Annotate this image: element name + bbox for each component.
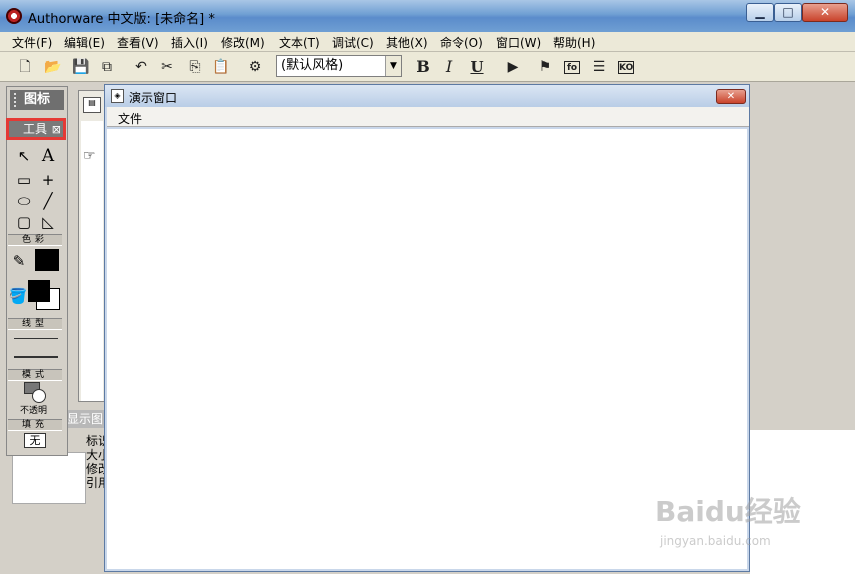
properties-title: 显示图 — [64, 410, 108, 428]
line-style-thin[interactable] — [14, 338, 58, 339]
menu-debug[interactable]: 调试(C) — [332, 34, 374, 51]
import-icon[interactable]: ⧉ — [96, 56, 118, 78]
run-icon[interactable]: ▶ — [502, 56, 524, 78]
undo-icon[interactable]: ↶ — [130, 56, 152, 78]
minimize-button[interactable]: ▁ — [746, 3, 774, 22]
copy-icon[interactable]: ⎘ — [184, 56, 206, 78]
pen-color-icon[interactable]: ✎ — [9, 252, 29, 270]
knowledge-objects-button[interactable]: KO — [618, 61, 634, 74]
ellipse-tool-icon[interactable]: ⬭ — [14, 192, 34, 210]
variables-icon[interactable]: ☰ — [588, 56, 610, 78]
close-button[interactable]: ✕ — [802, 3, 848, 22]
new-file-icon[interactable]: 🗋 — [14, 56, 36, 78]
line-tool-icon[interactable]: ╱ — [38, 192, 58, 210]
authorware-app-icon — [6, 8, 22, 24]
color-section-label: 色彩 — [8, 234, 62, 246]
menu-command[interactable]: 命令(O) — [440, 34, 483, 51]
control-panel-icon[interactable]: ⚑ — [534, 56, 556, 78]
foreground-color-swatch[interactable] — [28, 280, 50, 302]
mode-section-label: 模式 — [8, 369, 62, 381]
rounded-rectangle-tool-icon[interactable]: ▢ — [14, 213, 34, 231]
presentation-menu-bar: 文件 — [107, 107, 749, 127]
presentation-window-icon: ◈ — [111, 89, 124, 103]
baidu-watermark-url: jingyan.baidu.com — [660, 534, 771, 548]
baidu-watermark: Baidu经验 — [655, 495, 801, 528]
pointer-tool-icon[interactable]: ↖ — [14, 147, 34, 165]
presentation-close-button[interactable]: ✕ — [716, 89, 746, 104]
close-icon[interactable]: ⊠ — [52, 122, 61, 138]
line-color-swatch[interactable] — [35, 249, 59, 271]
cut-icon[interactable]: ✂ — [156, 56, 178, 78]
line-style-medium[interactable] — [14, 356, 58, 358]
menu-modify[interactable]: 修改(M) — [221, 34, 265, 51]
fill-none-button[interactable]: 无 — [24, 433, 46, 448]
bold-button[interactable]: B — [412, 56, 434, 78]
open-file-icon[interactable]: 📂 — [42, 56, 64, 78]
tools-panel-title[interactable]: 工具 ⊠ — [6, 118, 66, 140]
menu-insert[interactable]: 插入(I) — [171, 34, 208, 51]
underline-button[interactable]: U — [466, 56, 488, 78]
menu-other[interactable]: 其他(X) — [386, 34, 428, 51]
functions-button[interactable]: fo — [564, 61, 580, 74]
maximize-button[interactable]: □ — [774, 3, 802, 22]
text-style-value: (默认风格) — [281, 58, 344, 73]
chevron-down-icon[interactable]: ▼ — [385, 56, 401, 76]
text-tool-icon[interactable]: A — [38, 147, 58, 165]
menu-window[interactable]: 窗口(W) — [496, 34, 541, 51]
design-window[interactable]: ▤ — [78, 90, 106, 402]
menu-bar: 文件(F) 编辑(E) 查看(V) 插入(I) 修改(M) 文本(T) 调试(C… — [0, 32, 855, 52]
fill-bucket-icon[interactable]: 🪣 — [8, 287, 28, 305]
save-all-icon[interactable]: 💾 — [70, 56, 92, 78]
presentation-window: ◈ 演示窗口 ✕ 文件 — [104, 84, 750, 572]
menu-view[interactable]: 查看(V) — [117, 34, 159, 51]
paste-icon[interactable]: 📋 — [210, 56, 232, 78]
paste-hand-icon: ☞ — [83, 148, 96, 164]
properties-preview-box — [12, 452, 86, 504]
presentation-title: 演示窗口 — [129, 91, 178, 105]
mode-value: 不透明 — [20, 406, 48, 416]
window-title: Authorware 中文版: [未命名] * — [28, 12, 215, 27]
menu-help[interactable]: 帮助(H) — [553, 34, 595, 51]
title-bar: Authorware 中文版: [未命名] * ▁ □ ✕ — [0, 0, 855, 32]
menu-file[interactable]: 文件(F) — [12, 34, 52, 51]
italic-button[interactable]: I — [438, 56, 460, 78]
display-icon[interactable]: ▤ — [83, 97, 101, 113]
menu-edit[interactable]: 编辑(E) — [64, 34, 105, 51]
toolbar: 🗋 📂 💾 ⧉ ↶ ✂ ⎘ 📋 ⚙ B I U ▶ ⚑ fo ☰ KO — [0, 52, 855, 82]
presentation-title-bar[interactable]: ◈ 演示窗口 ✕ — [105, 85, 749, 107]
line-section-label: 线型 — [8, 318, 62, 330]
fill-section-label: 填充 — [8, 419, 62, 431]
icon-palette-title[interactable]: 图标 — [10, 90, 64, 110]
polygon-tool-icon[interactable]: ◺ — [38, 213, 58, 231]
presentation-canvas[interactable] — [107, 129, 747, 569]
menu-text[interactable]: 文本(T) — [279, 34, 320, 51]
presentation-menu-file[interactable]: 文件 — [118, 110, 142, 127]
tools-panel-label: 工具 — [23, 122, 48, 136]
rectangle-tool-icon[interactable]: ▭ — [14, 171, 34, 189]
crosshair-tool-icon[interactable]: + — [38, 171, 58, 189]
mode-circle-icon[interactable] — [32, 389, 46, 403]
text-style-select[interactable]: (默认风格) ▼ — [276, 55, 402, 77]
find-icon[interactable]: ⚙ — [244, 56, 266, 78]
